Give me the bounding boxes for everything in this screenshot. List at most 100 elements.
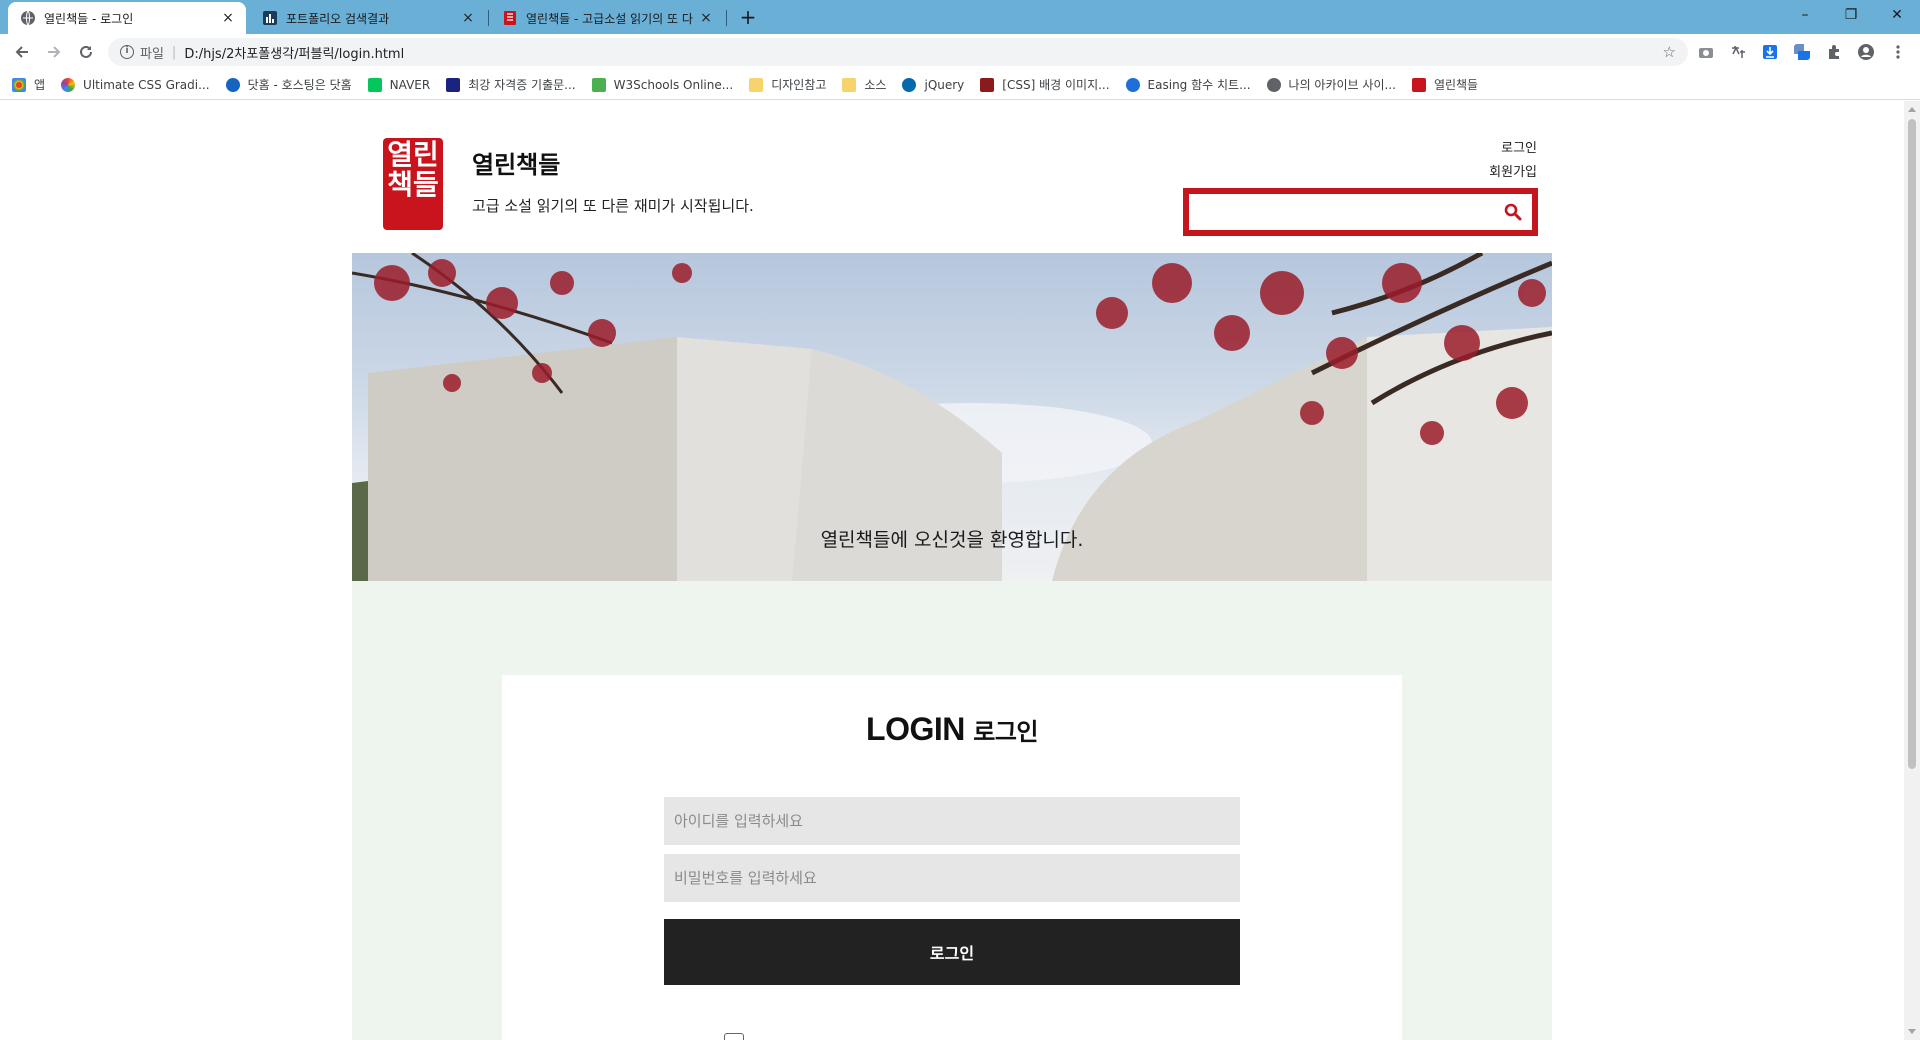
bookmark-label: 나의 아카이브 사이... xyxy=(1288,78,1396,92)
bookmark-naver[interactable]: NAVER xyxy=(367,77,431,92)
globe-icon xyxy=(1266,77,1281,92)
bookmark-archive[interactable]: 나의 아카이브 사이... xyxy=(1266,76,1396,93)
bookmark-label: 닷홈 - 호스팅은 닷홈 xyxy=(247,78,352,92)
search-icon[interactable] xyxy=(1504,203,1522,221)
address-bar[interactable]: i 파일 | D:/hjs/2차포폴생각/퍼블릭/login.html ☆ xyxy=(108,38,1688,66)
login-card: LOGIN 로그인 로그인 xyxy=(502,675,1402,1040)
tab-login[interactable]: 열린책들 - 로그인 × xyxy=(8,2,246,34)
dothome-icon xyxy=(225,77,240,92)
camera-extension-icon[interactable] xyxy=(1698,44,1714,60)
openbooks-icon xyxy=(1411,77,1426,92)
bookmark-label: [CSS] 배경 이미지... xyxy=(1002,78,1110,92)
bookmark-label: W3Schools Online... xyxy=(613,77,734,92)
tab-title: 포트폴리오 검색결과 xyxy=(286,11,390,26)
login-heading: LOGIN 로그인 xyxy=(502,711,1402,748)
bookmark-label: jQuery xyxy=(924,77,965,92)
tab-title: 열린책들 - 로그인 xyxy=(44,11,134,26)
download-extension-icon[interactable] xyxy=(1762,44,1778,60)
bookmark-label: 소스 xyxy=(864,78,887,92)
forward-button[interactable] xyxy=(42,40,66,64)
bookmark-folder-source[interactable]: 소스 xyxy=(842,76,886,93)
cert-icon xyxy=(446,77,461,92)
bookmark-label: 최강 자격증 기출문... xyxy=(468,78,576,92)
tab-strip: 열린책들 - 로그인 × 포트폴리오 검색결과 × 열린책들 - 고급소설 읽기… xyxy=(0,0,1920,34)
page-viewport: 열린책들 열린책들 고급 소설 읽기의 또 다른 재미가 시작됩니다. 로그인 … xyxy=(0,101,1904,1040)
new-tab-button[interactable]: + xyxy=(736,5,760,29)
scrollbar-thumb[interactable] xyxy=(1908,119,1916,769)
bookmark-w3schools[interactable]: W3Schools Online... xyxy=(591,77,734,92)
username-field[interactable] xyxy=(664,797,1240,845)
blog-icon xyxy=(980,77,995,92)
chart-favicon-icon xyxy=(263,11,277,25)
close-tab-icon[interactable]: × xyxy=(696,8,716,28)
bookmark-label: NAVER xyxy=(389,77,431,92)
counter-extension-icon[interactable] xyxy=(1794,44,1810,60)
restore-button[interactable]: ❐ xyxy=(1828,0,1874,30)
site-title[interactable]: 열린책들 xyxy=(472,145,560,180)
hero-banner: 열린책들에 오신것을 환영합니다. xyxy=(352,253,1552,581)
tab-divider xyxy=(488,10,489,26)
search-input[interactable] xyxy=(1189,194,1489,230)
bookmark-jquery[interactable]: jQuery xyxy=(902,77,965,92)
folder-icon xyxy=(749,77,764,92)
close-tab-icon[interactable]: × xyxy=(218,8,238,28)
url-text: D:/hjs/2차포폴생각/퍼블릭/login.html xyxy=(184,46,405,62)
apps-grid-icon xyxy=(12,77,26,92)
menu-kebab-icon[interactable] xyxy=(1890,44,1906,60)
url-scheme: 파일 xyxy=(140,46,164,62)
info-icon[interactable]: i xyxy=(120,45,134,59)
globe-icon xyxy=(21,10,35,26)
vertical-scrollbar[interactable] xyxy=(1904,101,1920,1040)
jquery-icon xyxy=(902,77,917,92)
logo-text: 열린책들 xyxy=(387,138,439,201)
site-tagline: 고급 소설 읽기의 또 다른 재미가 시작됩니다. xyxy=(472,197,754,215)
bookmark-cert[interactable]: 최강 자격증 기출문... xyxy=(446,76,576,93)
signup-link[interactable]: 회원가입 xyxy=(1489,161,1537,180)
url-divider: | xyxy=(171,44,177,60)
minimize-button[interactable]: – xyxy=(1782,0,1828,30)
arrow-left-icon xyxy=(15,46,28,58)
scroll-up-icon[interactable] xyxy=(1908,107,1916,112)
bookmark-easing[interactable]: Easing 함수 치트... xyxy=(1125,76,1251,93)
login-button[interactable]: 로그인 xyxy=(664,919,1240,985)
bookmark-label: Easing 함수 치트... xyxy=(1147,78,1251,92)
gradient-icon xyxy=(61,77,76,92)
bookmark-label: Ultimate CSS Gradi... xyxy=(83,77,210,92)
login-link[interactable]: 로그인 xyxy=(1501,137,1537,156)
site-logo[interactable]: 열린책들 xyxy=(383,138,443,230)
scroll-down-icon[interactable] xyxy=(1908,1029,1916,1034)
folder-icon xyxy=(842,77,857,92)
bookmarks-bar: 앱 Ultimate CSS Gradi... 닷홈 - 호스팅은 닷홈 NAV… xyxy=(0,70,1920,100)
bookmark-star-icon[interactable]: ☆ xyxy=(1663,43,1676,61)
reload-button[interactable] xyxy=(74,40,98,64)
tab-openbooks[interactable]: 열린책들 - 고급소설 읽기의 또 다 × xyxy=(490,2,724,34)
back-button[interactable] xyxy=(10,40,34,64)
bookmark-css-gradient[interactable]: Ultimate CSS Gradi... xyxy=(61,77,210,92)
reload-icon xyxy=(80,45,92,58)
profile-avatar-icon[interactable] xyxy=(1858,44,1874,60)
search-box xyxy=(1183,188,1538,236)
arrow-right-icon xyxy=(48,46,61,58)
openbooks-favicon-icon xyxy=(504,11,516,25)
browser-toolbar: i 파일 | D:/hjs/2차포폴생각/퍼블릭/login.html ☆ xyxy=(0,34,1920,70)
tab-portfolio[interactable]: 포트폴리오 검색결과 × xyxy=(250,2,486,34)
puzzle-extensions-icon[interactable] xyxy=(1826,44,1842,60)
translate-extension-icon[interactable] xyxy=(1730,44,1746,60)
tab-divider xyxy=(726,10,727,26)
password-field[interactable] xyxy=(664,854,1240,902)
login-title-en: LOGIN xyxy=(866,711,965,747)
remember-checkbox[interactable] xyxy=(724,1033,744,1040)
bookmark-css-bg[interactable]: [CSS] 배경 이미지... xyxy=(980,76,1110,93)
w3schools-icon xyxy=(591,77,606,92)
close-tab-icon[interactable]: × xyxy=(458,8,478,28)
bookmark-label: 앱 xyxy=(34,78,46,92)
login-title-ko: 로그인 xyxy=(973,719,1038,746)
bookmark-label: 디자인참고 xyxy=(771,78,827,92)
bookmark-dothome[interactable]: 닷홈 - 호스팅은 닷홈 xyxy=(225,76,352,93)
bookmark-folder-design[interactable]: 디자인참고 xyxy=(749,76,826,93)
bookmark-openbooks[interactable]: 열린책들 xyxy=(1411,76,1479,93)
window-close-button[interactable]: ✕ xyxy=(1874,0,1920,30)
bookmark-apps[interactable]: 앱 xyxy=(12,76,45,93)
bookmark-label: 열린책들 xyxy=(1433,78,1479,92)
hero-caption: 열린책들에 오신것을 환영합니다. xyxy=(820,529,1084,551)
